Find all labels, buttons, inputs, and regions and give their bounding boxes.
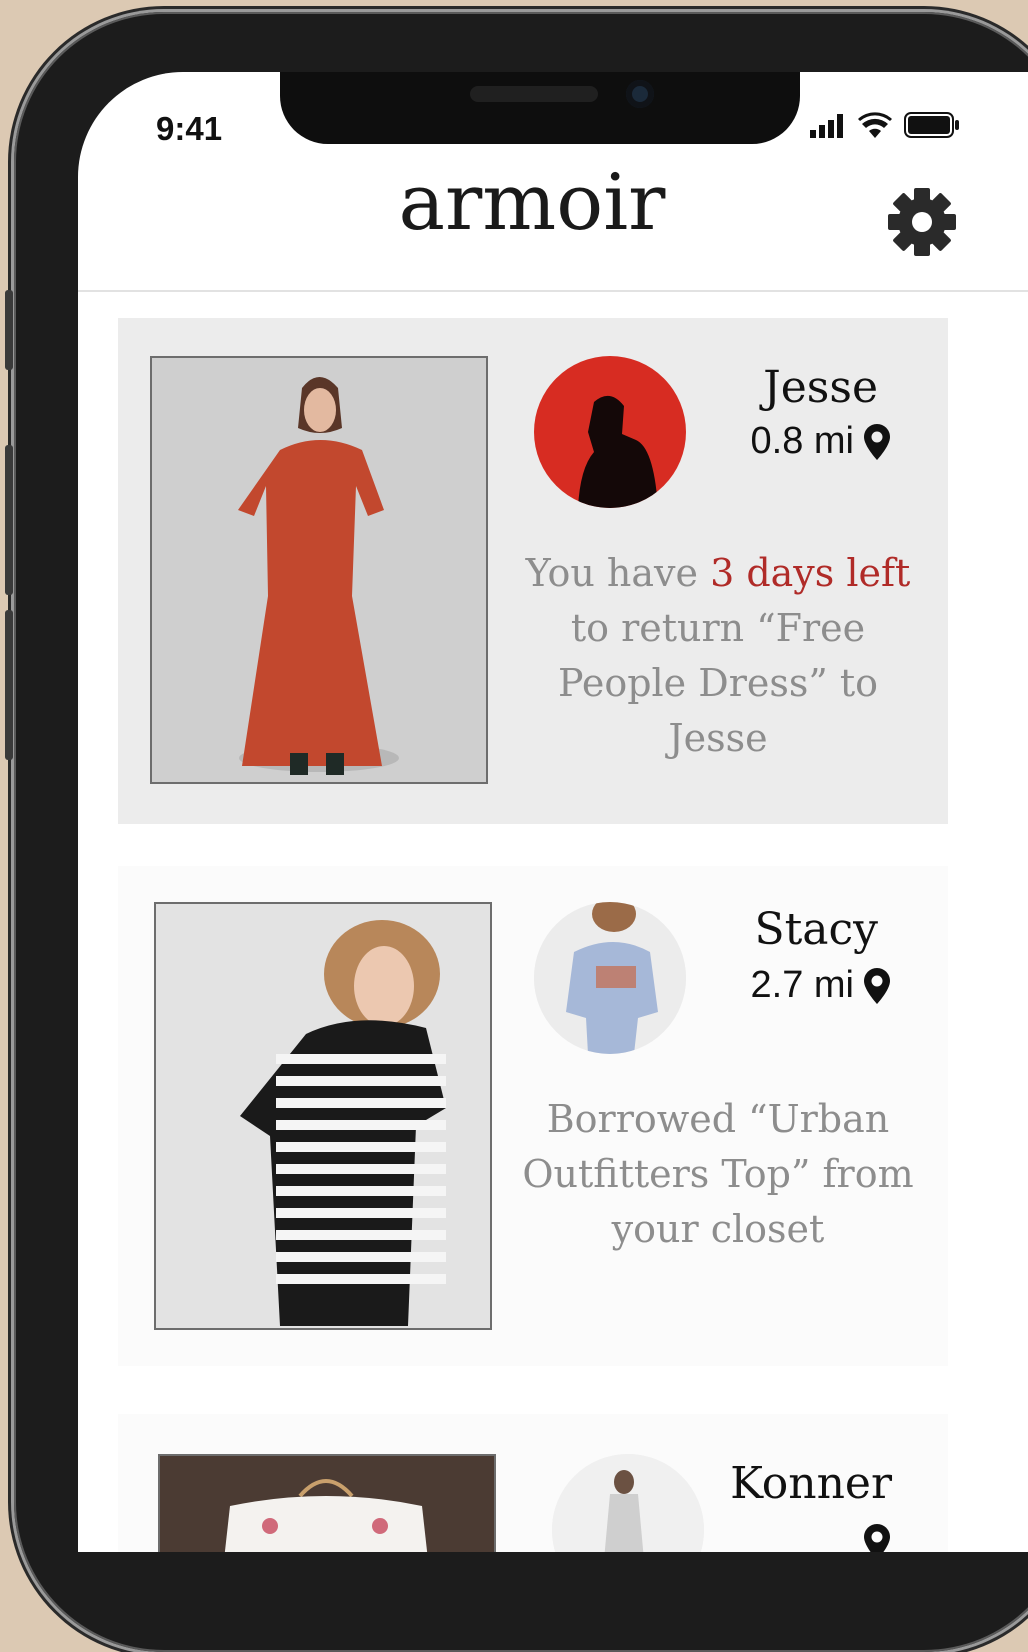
- avatar-image: [534, 356, 686, 508]
- battery-icon: [904, 112, 959, 138]
- distance-label: 2.7 mi: [750, 964, 854, 1006]
- side-button: [5, 445, 13, 595]
- side-button: [5, 290, 13, 370]
- user-name: Konner: [730, 1458, 892, 1509]
- notification-card[interactable]: Stacy 2.7 mi Borrowed “Urban Outfitters …: [118, 866, 948, 1366]
- app-title: armoir: [398, 158, 666, 248]
- notification-card[interactable]: Konner: [118, 1414, 948, 1552]
- status-icons: [810, 112, 960, 138]
- location-pin-icon: [864, 1524, 890, 1552]
- app-header: armoir: [78, 158, 1028, 292]
- item-photo: [154, 902, 492, 1330]
- item-photo: [158, 1454, 496, 1552]
- user-name: Stacy: [754, 904, 878, 955]
- distance: 2.7 mi: [751, 964, 890, 1007]
- phone-screen: 9:41 armoir Jesse 0.8 mi You have 3 days…: [78, 72, 1028, 1552]
- distance-label: 0.8 mi: [750, 420, 854, 462]
- distance: 0.8 mi: [751, 420, 890, 463]
- avatar-image: [552, 1454, 704, 1552]
- notch: [280, 72, 800, 144]
- speaker: [470, 86, 598, 102]
- status-time: 9:41: [156, 110, 223, 147]
- deadline-highlight: 3 days left: [710, 551, 911, 595]
- side-button: [5, 610, 13, 760]
- location-pin-icon: [864, 423, 890, 460]
- gear-icon[interactable]: [886, 186, 958, 258]
- wifi-icon: [858, 112, 892, 138]
- user-name: Jesse: [763, 362, 878, 413]
- item-photo: [150, 356, 488, 784]
- card-message: Borrowed “Urban Outfitters Top” from you…: [522, 1097, 914, 1251]
- item-image: [160, 1456, 494, 1552]
- avatar[interactable]: [552, 1454, 704, 1552]
- notification-card[interactable]: Jesse 0.8 mi You have 3 days left to ret…: [118, 318, 948, 824]
- avatar[interactable]: [534, 356, 686, 508]
- card-message: You have 3 days left to return “Free Peo…: [525, 551, 911, 760]
- camera: [626, 80, 654, 108]
- avatar-image: [534, 902, 686, 1054]
- model-image: [152, 358, 486, 782]
- avatar[interactable]: [534, 902, 686, 1054]
- signal-icon: [810, 114, 843, 138]
- model-image: [156, 904, 490, 1328]
- location-pin-icon: [864, 967, 890, 1004]
